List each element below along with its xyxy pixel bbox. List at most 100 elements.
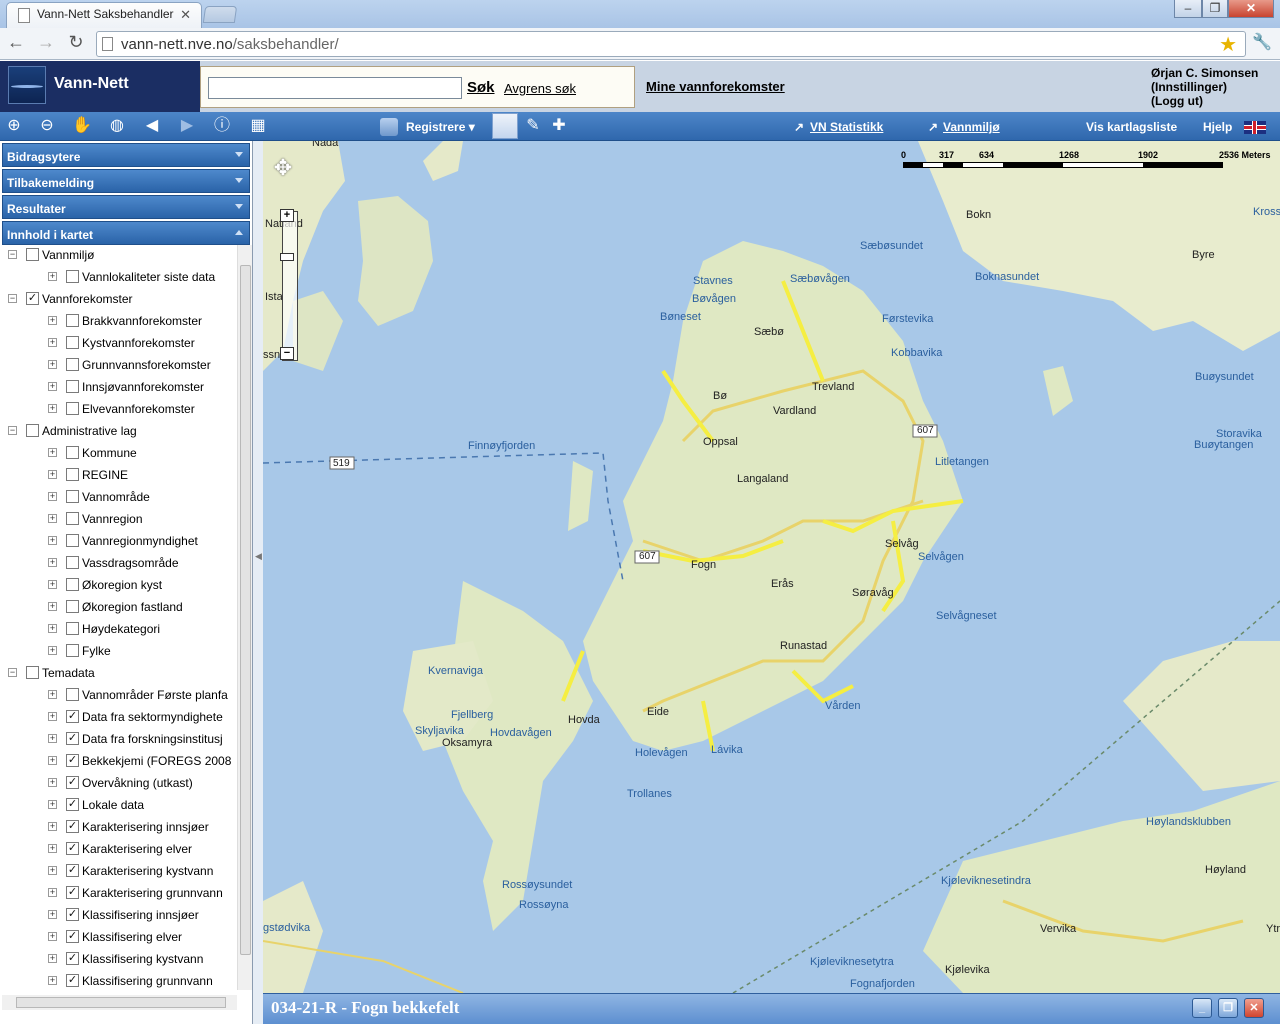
layer-checkbox[interactable] (66, 402, 79, 415)
expand-icon[interactable]: + (48, 492, 57, 501)
expand-icon[interactable]: + (48, 954, 57, 963)
layer-checkbox[interactable] (66, 358, 79, 371)
layer-checkbox[interactable]: ✓ (66, 886, 79, 899)
search-button[interactable]: Søk (467, 79, 495, 96)
expand-icon[interactable]: + (48, 624, 57, 633)
expand-icon[interactable]: + (48, 844, 57, 853)
expand-icon[interactable]: + (48, 382, 57, 391)
layer-checkbox[interactable] (66, 380, 79, 393)
collapse-icon[interactable]: − (8, 426, 17, 435)
add-user-icon[interactable]: ✚ (548, 116, 570, 138)
expand-icon[interactable]: + (48, 800, 57, 809)
expand-icon[interactable]: + (48, 602, 57, 611)
expand-icon[interactable]: + (48, 558, 57, 567)
expand-icon[interactable]: + (48, 866, 57, 875)
zoom-in-button[interactable]: + (280, 209, 294, 222)
layer-list-button[interactable]: Vis kartlagsliste (1086, 120, 1177, 134)
expand-icon[interactable]: + (48, 338, 57, 347)
zoom-slider[interactable] (282, 211, 298, 361)
expand-icon[interactable]: + (48, 888, 57, 897)
expand-icon[interactable]: + (48, 360, 57, 369)
help-button[interactable]: Hjelp (1203, 120, 1232, 134)
edit-pencil-icon[interactable]: ✎ (522, 116, 544, 138)
layer-checkbox[interactable]: ✓ (66, 710, 79, 723)
layer-checkbox[interactable]: ✓ (66, 952, 79, 965)
reload-icon[interactable]: ↻ (64, 32, 88, 53)
english-flag-icon[interactable] (1244, 121, 1266, 134)
layer-checkbox[interactable] (66, 512, 79, 525)
url-field[interactable]: vann-nett.nve.no/saksbehandler/ ★ (96, 31, 1246, 57)
layer-checkbox[interactable]: ✓ (66, 842, 79, 855)
measure-ruler-icon[interactable]: ▦ (247, 116, 269, 138)
layer-checkbox[interactable] (66, 468, 79, 481)
my-waterbodies-link[interactable]: Mine vannforekomster (646, 79, 785, 94)
panel-splitter[interactable]: ◀ (253, 141, 263, 1024)
logout-link[interactable]: (Logg ut) (1151, 94, 1258, 108)
expand-icon[interactable]: + (48, 690, 57, 699)
panel-bidragsytere[interactable]: Bidragsytere (2, 143, 250, 167)
expand-icon[interactable]: + (48, 580, 57, 589)
collapse-icon[interactable]: − (8, 294, 17, 303)
statistics-link[interactable]: VN Statistikk (810, 120, 883, 134)
expand-icon[interactable]: + (48, 536, 57, 545)
zoom-out-icon[interactable]: ⊖ (36, 116, 58, 138)
zoom-in-icon[interactable]: ⊕ (3, 116, 25, 138)
expand-icon[interactable]: + (48, 712, 57, 721)
zoom-slider-thumb[interactable] (280, 253, 294, 261)
layer-checkbox[interactable] (26, 666, 39, 679)
close-icon[interactable]: ✕ (1244, 998, 1264, 1018)
forward-arrow-icon[interactable]: → (34, 32, 58, 53)
layer-checkbox[interactable] (66, 490, 79, 503)
bookmark-star-icon[interactable]: ★ (1219, 32, 1237, 57)
expand-icon[interactable]: + (48, 404, 57, 413)
layer-checkbox[interactable] (66, 270, 79, 283)
layer-checkbox[interactable] (66, 600, 79, 613)
layer-checkbox[interactable] (26, 424, 39, 437)
expand-icon[interactable]: + (48, 470, 57, 479)
expand-icon[interactable]: + (48, 778, 57, 787)
collapse-icon[interactable]: − (8, 250, 17, 259)
browser-tab[interactable]: Vann-Nett Saksbehandler ✕ (6, 2, 202, 28)
close-window-button[interactable]: ✕ (1228, 0, 1274, 18)
vannmiljo-link[interactable]: Vannmiljø (943, 120, 1000, 134)
expand-icon[interactable]: + (48, 514, 57, 523)
layer-checkbox[interactable] (66, 688, 79, 701)
expand-icon[interactable]: + (48, 932, 57, 941)
panel-tilbakemelding[interactable]: Tilbakemelding (2, 169, 250, 193)
layer-checkbox[interactable]: ✓ (66, 930, 79, 943)
layer-checkbox[interactable] (66, 534, 79, 547)
minimize-window-button[interactable]: ‒ (1174, 0, 1202, 18)
layer-checkbox[interactable] (66, 578, 79, 591)
previous-extent-icon[interactable]: ◀ (141, 116, 163, 138)
expand-icon[interactable]: + (48, 316, 57, 325)
identify-info-icon[interactable]: ⓘ (211, 116, 233, 138)
layer-checkbox[interactable]: ✓ (66, 864, 79, 877)
close-tab-icon[interactable]: ✕ (180, 7, 191, 23)
scrollbar-thumb[interactable] (16, 997, 226, 1008)
scrollbar-thumb[interactable] (240, 265, 251, 955)
expand-icon[interactable]: + (48, 272, 57, 281)
collapse-arrow-icon[interactable]: ◀ (255, 551, 262, 562)
panel-innhold-i-kartet[interactable]: Innhold i kartet (2, 221, 250, 245)
tree-horizontal-scrollbar[interactable] (2, 995, 237, 1010)
layer-checkbox[interactable] (66, 622, 79, 635)
collapse-icon[interactable]: − (8, 668, 17, 677)
layer-checkbox[interactable] (26, 248, 39, 261)
layer-checkbox[interactable]: ✓ (66, 974, 79, 987)
full-extent-globe-icon[interactable]: ◍ (106, 116, 128, 138)
maximize-window-button[interactable]: ❐ (1202, 0, 1228, 18)
minimize-icon[interactable]: _ (1192, 998, 1212, 1018)
settings-link[interactable]: (Innstillinger) (1151, 80, 1258, 94)
tree-vertical-scrollbar[interactable] (237, 245, 252, 990)
select-tool-icon[interactable] (492, 113, 518, 139)
register-menu-button[interactable]: Registrere ▾ (380, 116, 475, 138)
layer-checkbox[interactable] (66, 644, 79, 657)
next-extent-icon[interactable]: ▶ (176, 116, 198, 138)
layer-checkbox[interactable]: ✓ (66, 754, 79, 767)
expand-icon[interactable]: + (48, 734, 57, 743)
panel-resultater[interactable]: Resultater (2, 195, 250, 219)
map-view[interactable]: 519 607 607 Finnøyfjorden Sæbøvågen Bøvå… (263, 141, 1280, 993)
wrench-icon[interactable]: 🔧 (1252, 32, 1272, 52)
expand-icon[interactable]: + (48, 910, 57, 919)
layer-checkbox[interactable]: ✓ (66, 732, 79, 745)
